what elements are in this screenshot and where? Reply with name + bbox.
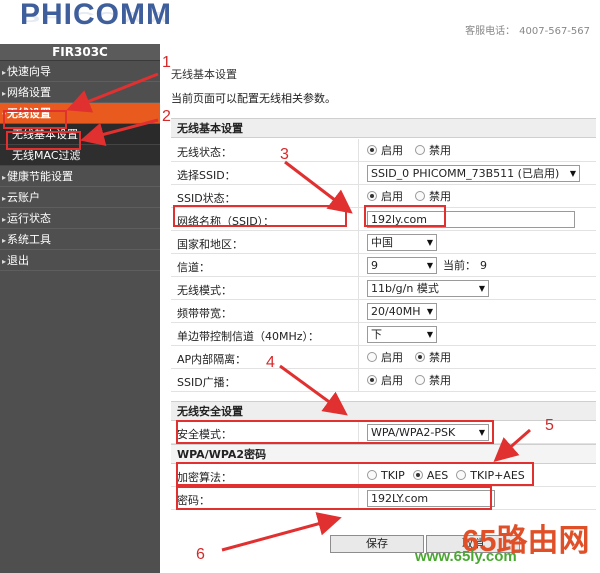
annotation-number-3: 3 (280, 146, 289, 163)
annotation-arrow-5 (493, 428, 531, 462)
annotation-number-1: 1 (162, 54, 171, 71)
annotation-arrow-2 (80, 118, 159, 147)
annotation-arrow-3 (284, 160, 353, 214)
annotation-number-2: 2 (162, 108, 171, 125)
annotation-arrow-6 (221, 512, 342, 552)
watermark-url: www.65ly.com (415, 548, 517, 565)
annotation-number-5: 5 (545, 417, 554, 434)
annotation-arrows (66, 72, 531, 552)
annotation-number-6: 6 (196, 546, 205, 563)
annotation-arrow-4 (279, 364, 348, 416)
annotation-number-4: 4 (266, 354, 275, 371)
annotation-arrow-1 (66, 72, 159, 113)
